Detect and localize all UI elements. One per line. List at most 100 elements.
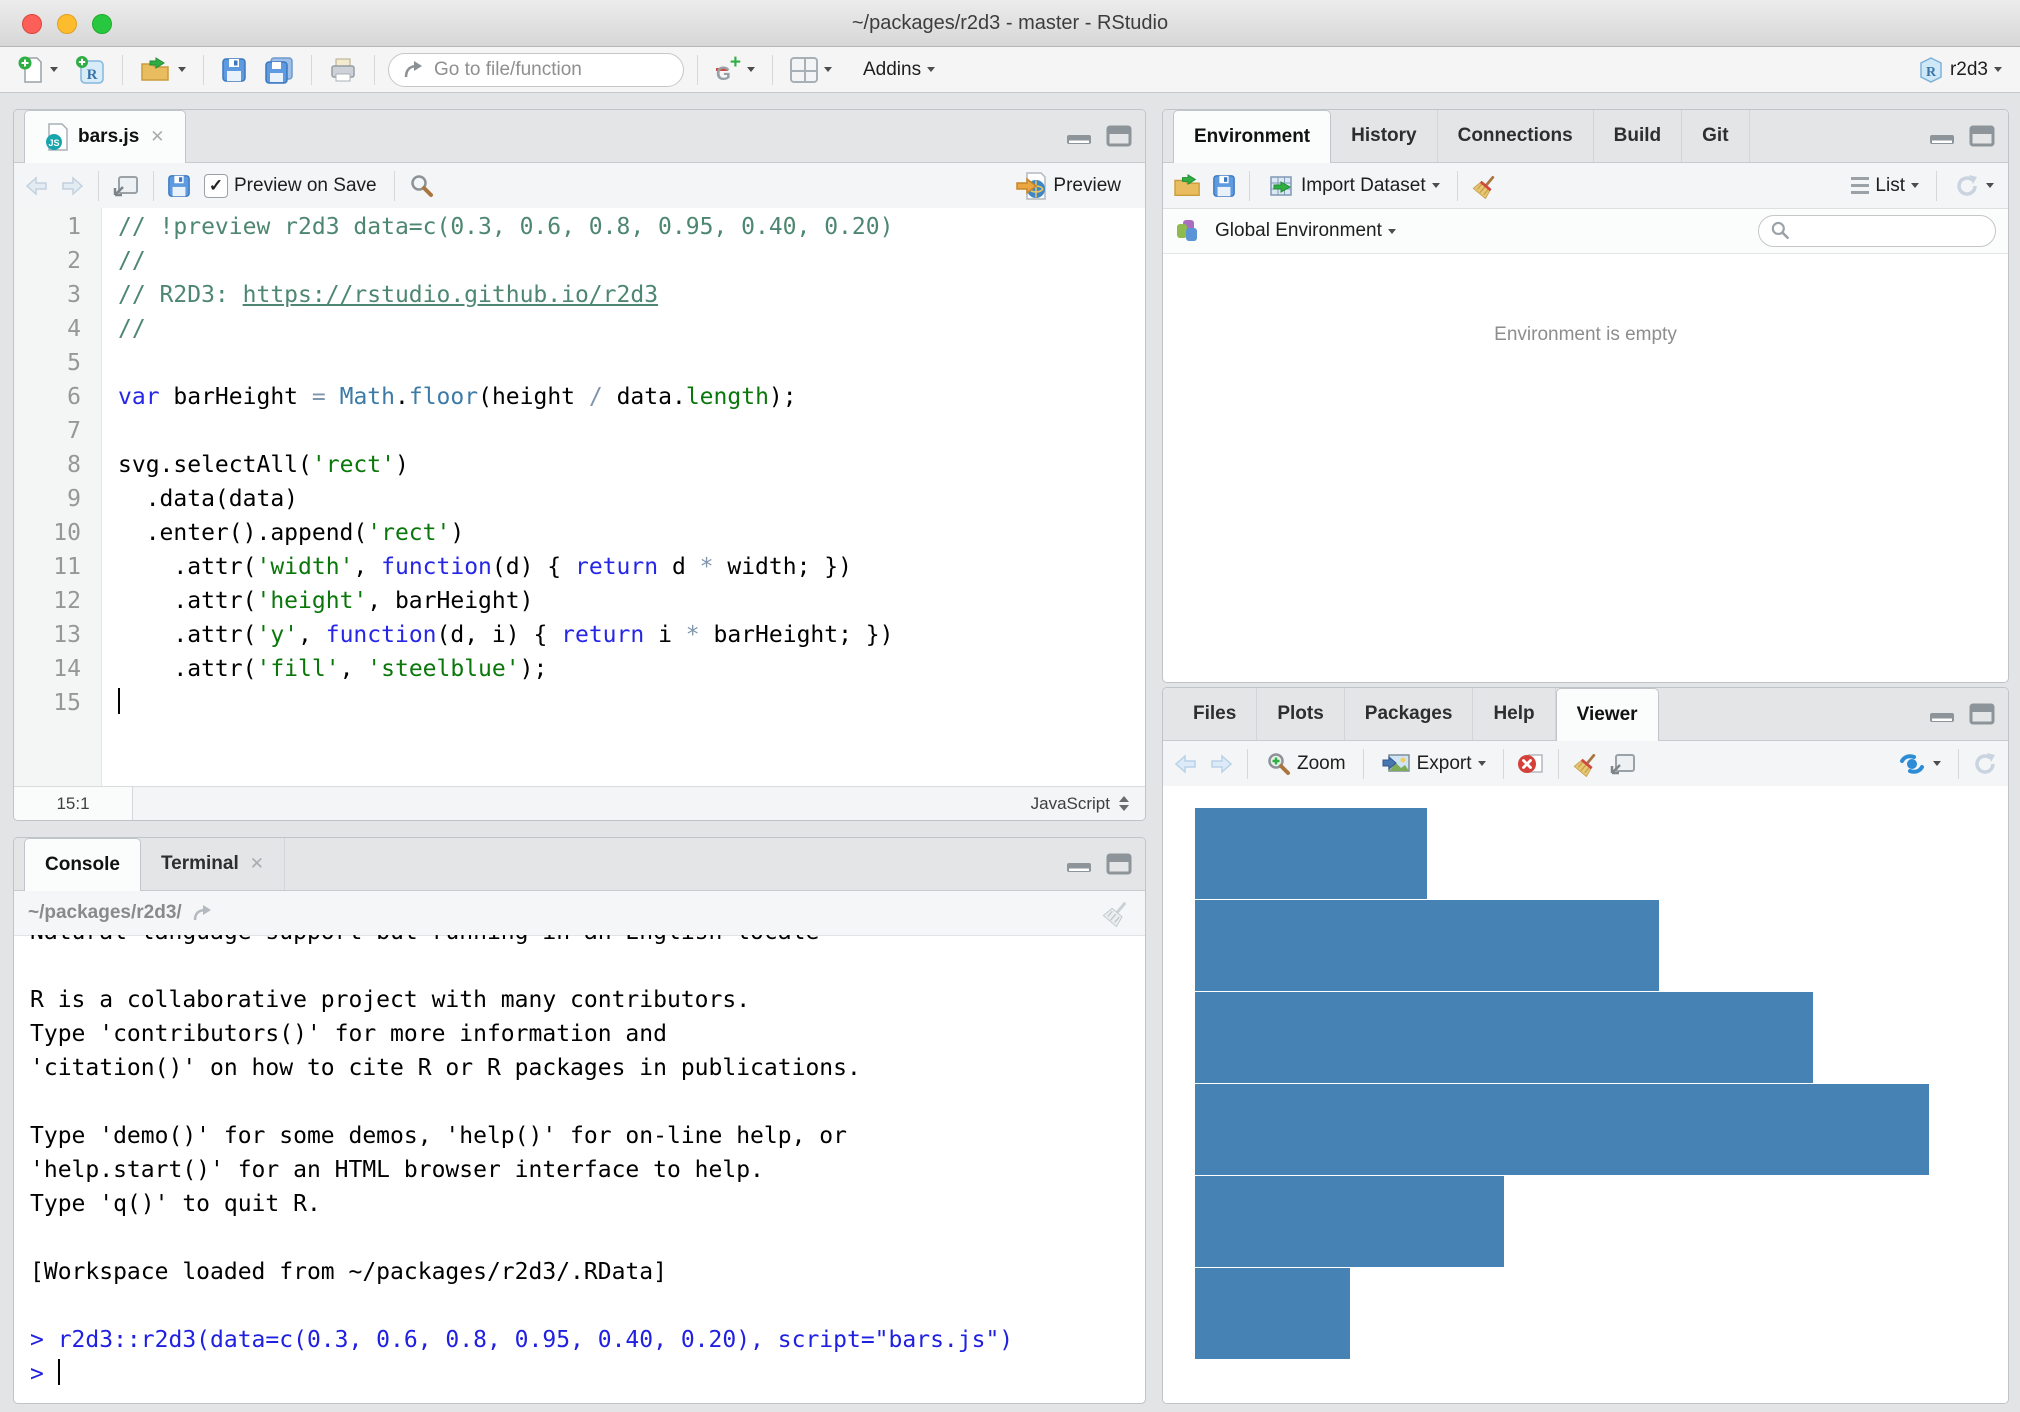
goto-file-input[interactable]: Go to file/function [388,53,684,87]
new-file-button[interactable] [14,52,62,88]
minimize-pane-icon[interactable] [1928,124,1956,148]
tab-label: Git [1702,125,1728,147]
tab-viewer[interactable]: Viewer [1556,688,1659,741]
minimize-button[interactable] [57,14,77,34]
chevron-down-icon [1933,761,1941,766]
open-file-button[interactable] [136,53,190,87]
minimize-pane-icon[interactable] [1928,702,1956,726]
svg-text:R: R [1926,65,1937,80]
vcs-icon: +G [715,56,741,84]
tab-console[interactable]: Console [24,838,141,891]
list-view-button[interactable]: List [1847,172,1923,200]
close-button[interactable] [22,14,42,34]
viewer-chart [1195,808,1968,1360]
environment-scope-select[interactable]: Global Environment [1211,217,1400,245]
window-controls [22,14,112,34]
close-tab-icon[interactable]: ✕ [150,127,164,147]
tab-environment[interactable]: Environment [1173,110,1331,163]
window-title: ~/packages/r2d3 - master - RStudio [0,12,2020,35]
export-icon [1381,752,1411,776]
maximize-pane-icon[interactable] [1968,702,1996,726]
close-tab-icon[interactable]: ✕ [250,854,264,874]
print-button[interactable] [325,54,361,86]
export-button[interactable]: Export [1377,749,1490,779]
editor-code[interactable]: // !preview r2d3 data=c(0.3, 0.6, 0.8, 0… [102,208,1145,787]
tab-plots[interactable]: Plots [1257,688,1344,740]
list-icon [1851,177,1869,194]
save-icon[interactable] [167,174,191,198]
source-editor-pane: JS bars.js ✕ ✓ Preview on Save [13,109,1146,821]
minimize-pane-icon[interactable] [1065,852,1093,876]
tab-label: Viewer [1577,704,1638,726]
language-selector[interactable]: JavaScript [1031,794,1145,814]
refresh-icon[interactable] [1972,751,1998,777]
viewer-pane: Files Plots Packages Help Viewer Zoom Ex… [1162,687,2009,1404]
remove-viewer-item-icon[interactable] [1517,751,1545,777]
broom-icon[interactable] [1572,751,1600,777]
import-dataset-button[interactable]: Import Dataset [1263,171,1444,201]
maximize-pane-icon[interactable] [1105,852,1133,876]
chevron-down-icon [927,67,935,72]
divider [1457,171,1458,201]
chevron-down-icon [50,67,58,72]
tab-help[interactable]: Help [1473,688,1555,740]
popout-icon[interactable] [112,173,140,199]
tab-bars-js[interactable]: JS bars.js ✕ [24,110,186,163]
tab-history[interactable]: History [1331,110,1437,162]
back-icon[interactable] [24,174,50,198]
console-subheader: ~/packages/r2d3/ [14,891,1145,936]
environment-search-input[interactable] [1758,215,1996,247]
addins-button[interactable]: Addins [859,56,939,84]
refresh-environment-button[interactable] [1950,170,1998,202]
maximize-pane-icon[interactable] [1105,124,1133,148]
code-area[interactable]: 123456789101112131415 // !preview r2d3 d… [14,208,1145,787]
save-workspace-icon[interactable] [1212,174,1236,198]
console-output-area[interactable]: Natural language support but running in … [14,935,1145,1403]
goto-directory-icon[interactable] [192,903,216,923]
zoom-button[interactable]: Zoom [1261,748,1350,780]
forward-icon[interactable] [59,174,85,198]
tab-connections[interactable]: Connections [1438,110,1594,162]
minimize-pane-icon[interactable] [1065,124,1093,148]
search-icon[interactable] [408,173,434,199]
editor-gutter: 123456789101112131415 [14,208,102,787]
panes-icon [790,57,818,83]
tab-build[interactable]: Build [1594,110,1683,162]
viewer-window-buttons [1928,688,1996,740]
open-workspace-icon[interactable] [1173,173,1203,199]
rstudio-window: ~/packages/r2d3 - master - RStudio R [0,0,2020,1412]
cursor-position[interactable]: 15:1 [14,787,133,820]
zoom-label: Zoom [1297,753,1346,775]
project-menu-button[interactable]: R r2d3 [1914,53,2006,87]
save-all-button[interactable] [260,53,298,87]
divider [1936,171,1937,201]
environment-empty-message: Environment is empty [1494,324,1677,345]
back-icon[interactable] [1173,752,1199,776]
preview-button[interactable]: Preview [1011,168,1135,204]
import-dataset-icon [1267,174,1295,198]
environment-scope-row: Global Environment [1163,209,2008,254]
new-project-button[interactable]: R [71,52,109,88]
tab-label: Help [1493,703,1534,725]
sync-button[interactable] [1893,748,1945,780]
tab-git[interactable]: Git [1682,110,1749,162]
divider [153,171,154,201]
save-button[interactable] [217,54,251,86]
broom-icon[interactable] [1101,899,1131,927]
viewer-content[interactable] [1163,786,2008,1403]
tab-packages[interactable]: Packages [1345,688,1474,740]
popout-icon[interactable] [1609,751,1637,777]
tab-terminal[interactable]: Terminal ✕ [141,838,285,890]
fullscreen-button[interactable] [92,14,112,34]
maximize-pane-icon[interactable] [1968,124,1996,148]
workspace-panes-button[interactable] [786,54,836,86]
broom-icon[interactable] [1471,173,1499,199]
list-label: List [1875,175,1905,197]
preview-on-save-toggle[interactable]: ✓ Preview on Save [200,171,381,201]
tab-label: History [1351,125,1416,147]
tab-label: Build [1614,125,1662,147]
forward-icon[interactable] [1208,752,1234,776]
chevron-down-icon [1911,183,1919,188]
tab-files[interactable]: Files [1173,688,1257,740]
version-control-button[interactable]: +G [711,53,759,87]
